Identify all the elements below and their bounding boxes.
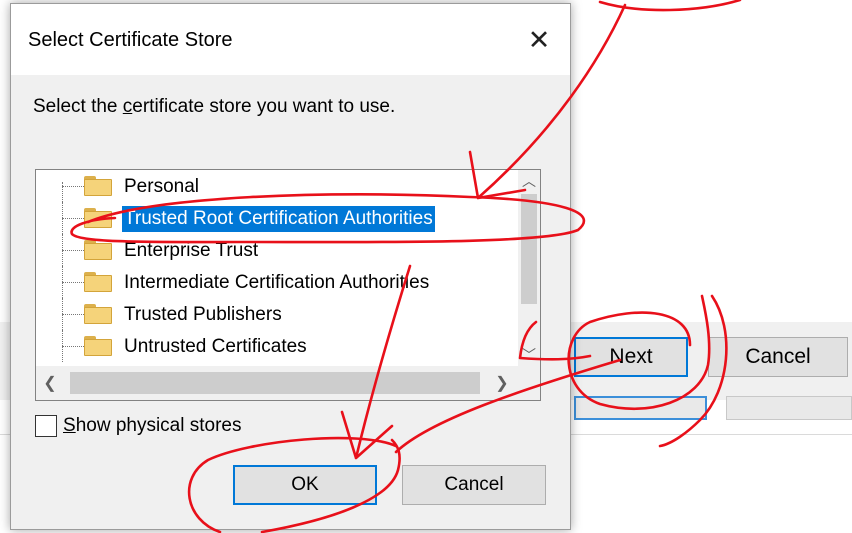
ghost-cancel-button	[726, 396, 852, 420]
folder-icon	[84, 272, 112, 292]
tree-item-label: Enterprise Trust	[124, 240, 259, 261]
checkbox-accelerator: S	[63, 415, 76, 436]
tree-item-trusted-publishers[interactable]: Trusted Publishers	[36, 298, 519, 330]
prompt-accelerator: c	[122, 96, 133, 117]
tree-item-label: Intermediate Certification Authorities	[124, 272, 430, 293]
tree-line	[62, 182, 63, 202]
checkbox-label-rest: how physical stores	[75, 415, 242, 436]
tree-line	[62, 282, 84, 283]
tree-line	[62, 186, 84, 187]
tree-item-label: Trusted Publishers	[124, 304, 282, 325]
folder-icon	[84, 336, 112, 356]
horizontal-scroll-thumb[interactable]	[70, 372, 480, 394]
vertical-scrollbar[interactable]: ︿ ﹀	[518, 170, 540, 366]
cancel-button[interactable]: Cancel	[402, 465, 546, 505]
tree-item-enterprise-trust[interactable]: Enterprise Trust	[36, 234, 519, 266]
tree-item-untrusted[interactable]: Untrusted Certificates	[36, 330, 519, 362]
tree-item-trusted-root[interactable]: Trusted Root Certification Authorities	[36, 202, 519, 234]
tree-item-personal[interactable]: Personal	[36, 170, 519, 202]
folder-icon	[84, 176, 112, 196]
tree-item-label: Untrusted Certificates	[124, 336, 307, 357]
folder-icon	[84, 208, 112, 228]
prompt-suffix: ertificate store you want to use.	[132, 96, 396, 117]
tree-item-intermediate[interactable]: Intermediate Certification Authorities	[36, 266, 519, 298]
chevron-up-icon[interactable]: ︿	[518, 170, 540, 192]
tree-line	[62, 250, 84, 251]
prompt-prefix: Select the	[33, 96, 123, 117]
show-physical-stores-label: Show physical stores	[63, 415, 241, 437]
chevron-left-icon[interactable]: ❮	[38, 366, 62, 400]
certificate-store-tree[interactable]: Personal Trusted Root Certification Auth…	[35, 169, 541, 401]
ok-button[interactable]: OK	[233, 465, 377, 505]
chevron-down-icon[interactable]: ﹀	[518, 344, 540, 366]
show-physical-stores-checkbox[interactable]	[35, 415, 57, 437]
tree-item-label: Trusted Root Certification Authorities	[122, 206, 435, 232]
ghost-next-button	[574, 396, 707, 420]
folder-icon	[84, 304, 112, 324]
tree-items: Personal Trusted Root Certification Auth…	[36, 170, 519, 366]
chevron-right-icon[interactable]: ❯	[490, 366, 514, 400]
tree-line	[62, 218, 84, 219]
annotation-top-curve	[598, 0, 742, 12]
dialog-title: Select Certificate Store	[28, 29, 233, 51]
tree-line	[62, 314, 84, 315]
tree-line	[62, 346, 84, 347]
show-physical-stores-row[interactable]: Show physical stores	[35, 413, 241, 439]
vertical-scroll-thumb[interactable]	[521, 194, 537, 304]
tree-item-label: Personal	[124, 176, 199, 197]
horizontal-scrollbar[interactable]: ❮ ❯	[36, 366, 540, 400]
screen: Next Cancel Select Certificate Store ✕ S…	[0, 0, 852, 533]
background-cancel-button[interactable]: Cancel	[708, 337, 848, 377]
dialog-prompt: Select the certificate store you want to…	[33, 96, 395, 118]
next-button[interactable]: Next	[574, 337, 688, 377]
dialog-body: Select the certificate store you want to…	[11, 75, 570, 529]
select-certificate-store-dialog: Select Certificate Store ✕ Select the ce…	[10, 3, 571, 530]
close-icon[interactable]: ✕	[523, 24, 555, 56]
folder-icon	[84, 240, 112, 260]
